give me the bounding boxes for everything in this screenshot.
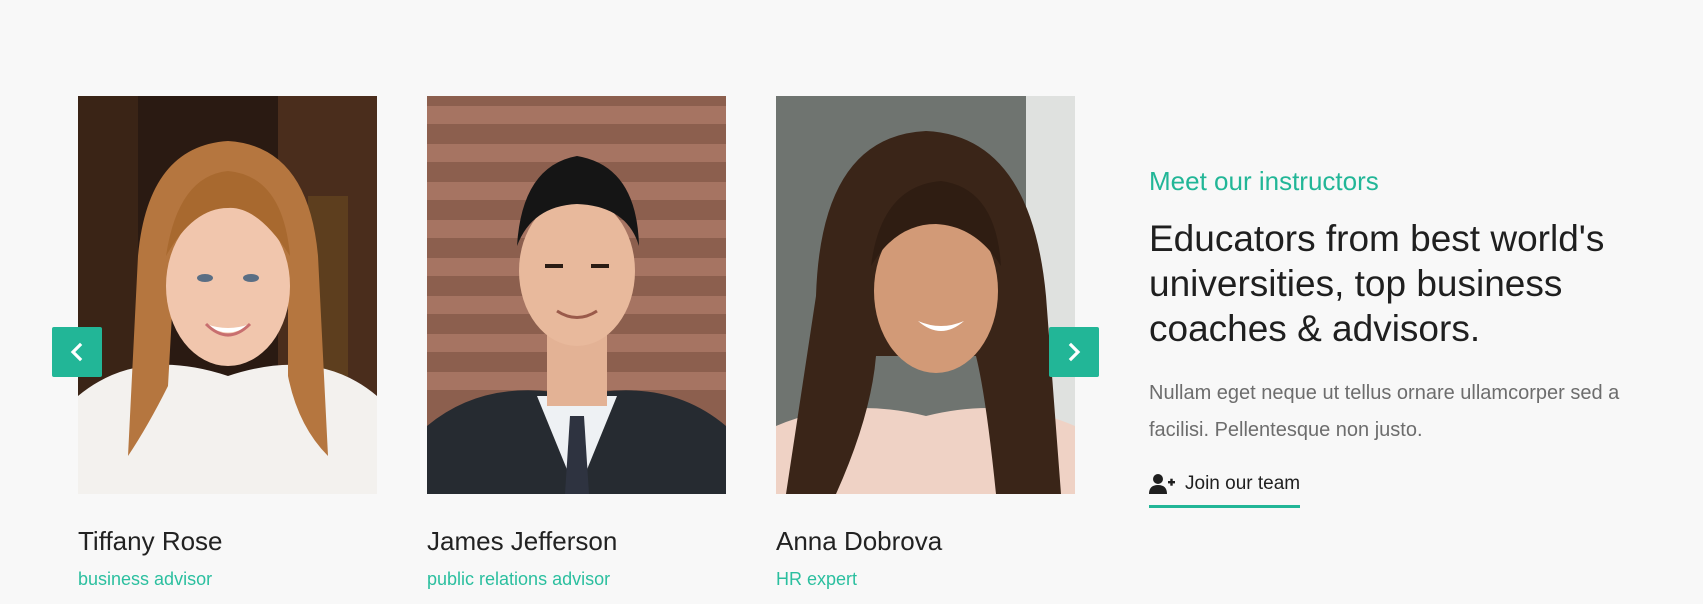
section-description: Nullam eget neque ut tellus ornare ullam…	[1149, 382, 1620, 441]
team-card: Anna Dobrova HR expert	[776, 96, 1075, 590]
instructors-info: Meet our instructors Educators from best…	[1149, 164, 1649, 508]
carousel-next-button[interactable]	[1049, 327, 1099, 377]
section-headline: Educators from best world's universities…	[1149, 218, 1605, 349]
user-plus-icon	[1149, 474, 1175, 494]
member-name: Anna Dobrova	[776, 526, 943, 556]
member-name: James Jefferson	[427, 526, 618, 556]
team-photo-tiffany	[78, 96, 377, 494]
team-card: James Jefferson public relations advisor	[427, 96, 726, 590]
member-role: business advisor	[78, 569, 213, 589]
member-role: HR expert	[776, 569, 858, 589]
chevron-left-icon	[70, 342, 83, 362]
team-photo-anna	[776, 96, 1075, 494]
carousel-prev-button[interactable]	[52, 327, 102, 377]
chevron-right-icon	[1068, 342, 1081, 362]
member-name: Tiffany Rose	[78, 526, 223, 556]
member-role: public relations advisor	[427, 569, 611, 589]
team-photo-james	[427, 96, 726, 494]
join-team-link[interactable]: Join our team	[1149, 473, 1301, 508]
team-card: Tiffany Rose business advisor	[78, 96, 377, 590]
join-team-label: Join our team	[1185, 473, 1301, 494]
section-eyebrow: Meet our instructors	[1149, 166, 1379, 196]
